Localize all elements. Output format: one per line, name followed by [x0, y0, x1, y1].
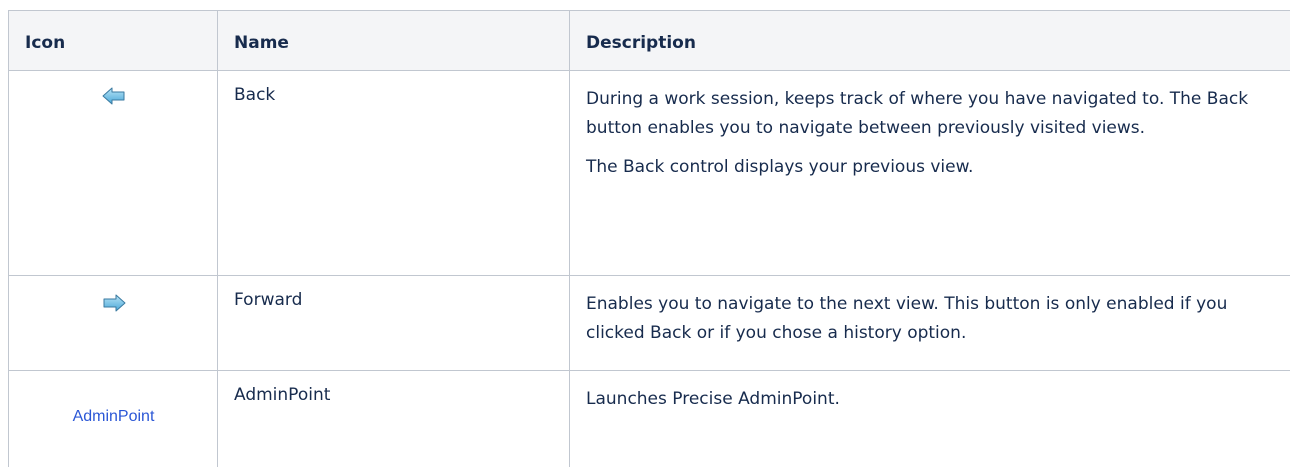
- row-description: Launches Precise AdminPoint.: [586, 385, 1266, 424]
- description-paragraph: The Back control displays your previous …: [586, 157, 974, 177]
- row-name: Back: [234, 85, 276, 105]
- name-cell: Forward: [218, 276, 570, 370]
- table-row: Forward Enables you to navigate to the n…: [9, 276, 1290, 371]
- header-icon-label: Icon: [25, 33, 66, 53]
- description-cell: Enables you to navigate to the next view…: [570, 276, 1290, 370]
- row-description: Enables you to navigate to the next view…: [586, 290, 1266, 358]
- row-name: AdminPoint: [234, 385, 331, 405]
- description-paragraph: Enables you to navigate to the next view…: [586, 294, 1228, 343]
- icon-cell: [9, 71, 218, 275]
- back-arrow-icon: [9, 87, 218, 105]
- icon-cell: AdminPoint: [9, 371, 218, 467]
- row-name: Forward: [234, 290, 303, 310]
- icon-cell: [9, 276, 218, 370]
- description-cell: During a work session, keeps track of wh…: [570, 71, 1290, 275]
- description-cell: Launches Precise AdminPoint.: [570, 371, 1290, 467]
- name-cell: Back: [218, 71, 570, 275]
- adminpoint-logo-text: AdminPoint: [72, 408, 155, 425]
- features-table: Icon Name Description Back During a work…: [8, 10, 1290, 467]
- name-cell: AdminPoint: [218, 371, 570, 467]
- header-cell-icon: Icon: [9, 11, 218, 70]
- adminpoint-logo: AdminPoint: [9, 408, 218, 426]
- table-header-row: Icon Name Description: [9, 11, 1290, 71]
- table-row: AdminPoint AdminPoint Launches Precise A…: [9, 371, 1290, 467]
- row-description: During a work session, keeps track of wh…: [586, 85, 1266, 192]
- header-cell-name: Name: [218, 11, 570, 70]
- header-cell-description: Description: [570, 11, 1290, 70]
- header-description-label: Description: [586, 33, 696, 53]
- table-row: Back During a work session, keeps track …: [9, 71, 1290, 276]
- description-paragraph: Launches Precise AdminPoint.: [586, 389, 840, 409]
- header-name-label: Name: [234, 33, 289, 53]
- description-paragraph: During a work session, keeps track of wh…: [586, 89, 1249, 138]
- forward-arrow-icon: [9, 294, 218, 312]
